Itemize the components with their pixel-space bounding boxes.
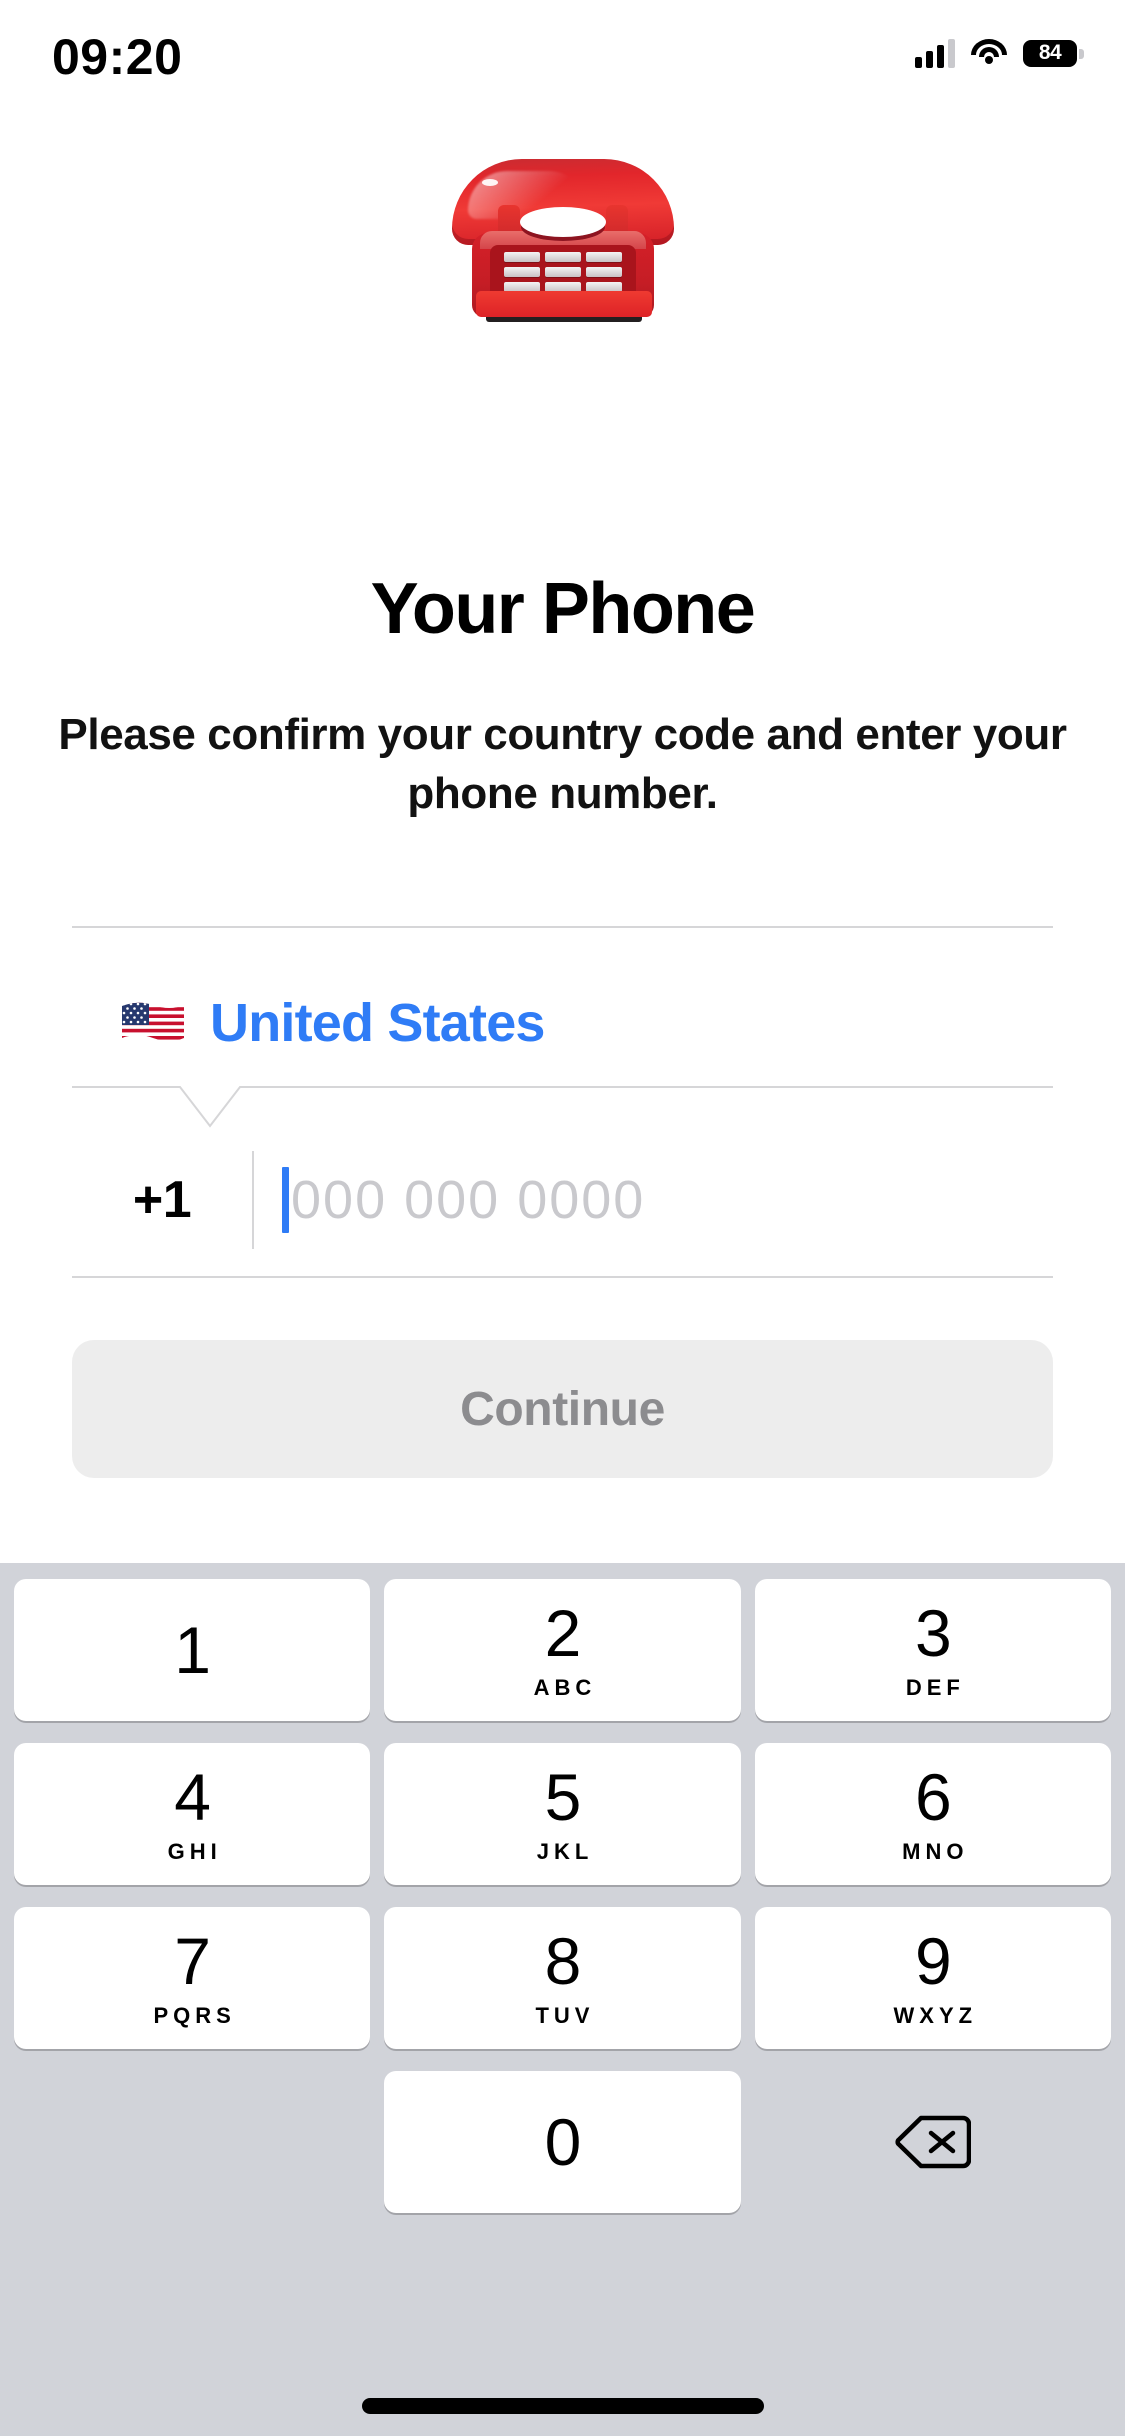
key-digit: 8 (544, 1923, 582, 1998)
key-9[interactable]: 9 WXYZ (754, 1907, 1111, 2049)
key-digit: 0 (544, 2105, 582, 2179)
home-indicator (361, 2398, 764, 2414)
key-1[interactable]: 1 (14, 1579, 371, 1721)
key-letters: JKL (536, 1838, 594, 1864)
key-digit: 7 (174, 1923, 211, 1998)
status-bar-time: 09:20 (52, 29, 183, 85)
field-separator (252, 1151, 254, 1249)
text-cursor (282, 1167, 289, 1233)
key-2[interactable]: 2 ABC (384, 1579, 741, 1721)
key-5[interactable]: 5 JKL (384, 1743, 741, 1885)
country-selector[interactable]: United States (72, 980, 1053, 1066)
telephone-emoji (428, 153, 698, 323)
key-digit: 5 (544, 1759, 582, 1834)
key-3[interactable]: 3 DEF (754, 1579, 1111, 1721)
divider-top (72, 926, 1053, 928)
backspace-delete-icon (895, 2113, 972, 2171)
key-letters: TUV (535, 2002, 595, 2028)
key-letters: ABC (533, 1674, 597, 1700)
continue-button[interactable]: Continue (72, 1340, 1053, 1478)
phone-entry-screen: 09:20 84 Your Phone Please confirm your … (0, 0, 1125, 2436)
key-digit: 4 (174, 1759, 211, 1834)
phone-number-field-row[interactable]: +1 000 000 0000 (72, 1140, 1053, 1260)
numeric-keypad: 1 2 ABC 3 DEF 4 GHI 5 JKL 6 MNO 7 PQRS 8… (0, 1563, 1125, 2436)
divider-with-notch (72, 1086, 1053, 1136)
key-letters: GHI (167, 1838, 222, 1864)
page-title: Your Phone (370, 569, 756, 649)
key-digit: 2 (544, 1595, 582, 1670)
key-digit: 9 (914, 1923, 952, 1998)
phone-number-input[interactable]: 000 000 0000 (291, 1169, 645, 1231)
page-subtitle: Please confirm your country code and ent… (58, 710, 1067, 818)
us-flag-emoji (120, 1000, 186, 1046)
cellular-bars-icon (915, 38, 955, 68)
key-4[interactable]: 4 GHI (14, 1743, 371, 1885)
key-letters: PQRS (153, 2002, 236, 2028)
divider-bottom (72, 1276, 1053, 1278)
key-7[interactable]: 7 PQRS (14, 1907, 371, 2049)
key-digit: 3 (914, 1595, 952, 1670)
keypad-grid: 1 2 ABC 3 DEF 4 GHI 5 JKL 6 MNO 7 PQRS 8… (14, 1579, 1111, 2213)
key-delete[interactable] (755, 2071, 1111, 2213)
key-digit: 6 (914, 1759, 952, 1834)
key-6[interactable]: 6 MNO (754, 1743, 1111, 1885)
status-bar: 09:20 84 (0, 0, 1125, 132)
key-0[interactable]: 0 (384, 2071, 741, 2213)
key-digit: 1 (174, 1613, 211, 1687)
dial-code-label: +1 (132, 1171, 192, 1229)
wifi-icon (971, 39, 1007, 67)
key-spacer (14, 2071, 370, 2213)
key-letters: WXYZ (893, 2002, 978, 2028)
battery-icon: 84 (1023, 39, 1084, 67)
status-bar-indicators: 84 (915, 28, 1084, 78)
hero-illustration (0, 148, 1125, 328)
key-letters: DEF (905, 1674, 965, 1700)
key-letters: MNO (902, 1838, 969, 1864)
battery-percent-label: 84 (1038, 41, 1062, 64)
key-8[interactable]: 8 TUV (384, 1907, 741, 2049)
country-name-label: United States (210, 993, 545, 1053)
